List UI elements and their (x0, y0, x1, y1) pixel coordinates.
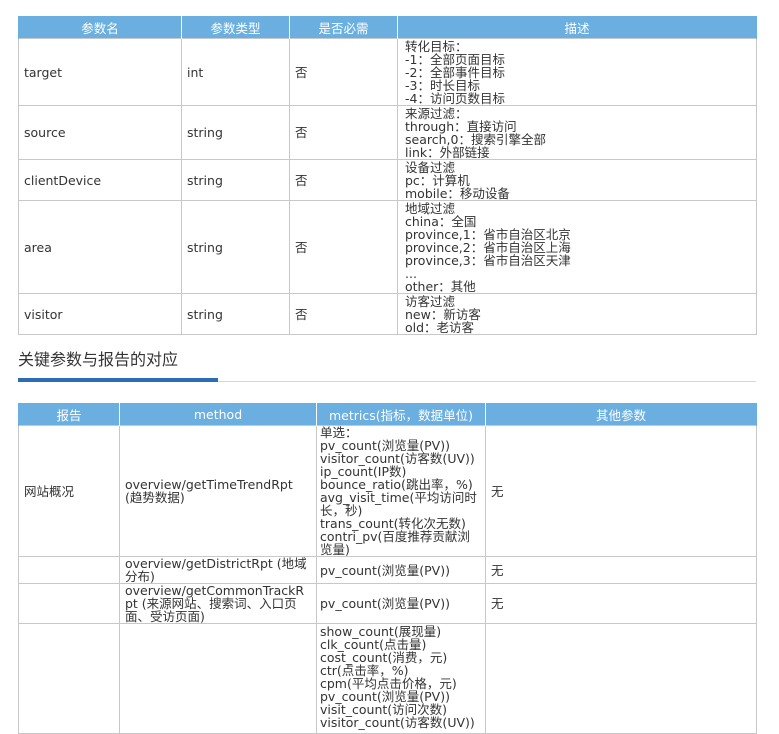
report-method: overview/getTimeTrendRpt (趋势数据) (119, 425, 317, 557)
report-metrics: pv_count(浏览量(PV)) (316, 556, 486, 584)
param-description: 地域过滤 china：全国 province,1：省市自治区北京 provinc… (397, 200, 757, 294)
param-type: int (181, 38, 290, 106)
section-accent-bar (18, 378, 218, 382)
report-metrics: 单选： pv_count(浏览量(PV)) visitor_count(访客数(… (316, 425, 486, 557)
desc-line: other：其他 (405, 279, 476, 294)
table-row: target int 否 转化目标： -1：全部页面目标 -2：全部事件目标 -… (18, 38, 757, 106)
report-method: overview/getDistrictRpt (地域分布) (119, 556, 317, 584)
table-row: clientDevice string 否 设备过滤 pc：计算机 mobile… (18, 159, 757, 201)
header-report: 报告 (18, 403, 120, 426)
metric-line: pv_count(浏览量(PV)) (320, 596, 450, 611)
table-row: overview/getCommonTrackRpt (来源网站、搜索词、入口页… (18, 583, 757, 624)
report-metrics: show_count(展现量) clk_count(点击量) cost_coun… (316, 623, 486, 734)
report-method: overview/getCommonTrackRpt (来源网站、搜索词、入口页… (119, 583, 317, 624)
header-description: 描述 (397, 16, 757, 39)
param-type: string (181, 159, 290, 201)
param-required: 否 (289, 200, 398, 294)
desc-line: mobile：移动设备 (405, 186, 510, 201)
report-name (18, 583, 120, 624)
params-header-row: 参数名 参数类型 是否必需 描述 (18, 16, 757, 39)
param-description: 设备过滤 pc：计算机 mobile：移动设备 (397, 159, 757, 201)
param-type: string (181, 105, 290, 160)
table-row: overview/getDistrictRpt (地域分布) pv_count(… (18, 556, 757, 584)
param-name: target (18, 38, 182, 106)
report-name (18, 556, 120, 584)
param-type: string (181, 293, 290, 335)
report-other-params: 无 (485, 583, 757, 624)
param-type: string (181, 200, 290, 294)
section-title: 关键参数与报告的对应 (18, 350, 179, 369)
header-metrics: metrics(指标，数据单位) (316, 403, 486, 426)
param-description: 来源过滤： through：直接访问 search,0：搜索引擎全部 link：… (397, 105, 757, 160)
report-mapping-table: 报告 method metrics(指标，数据单位) 其他参数 网站概况 ove… (18, 403, 757, 734)
report-other-params: 无 (485, 556, 757, 584)
report-name: 网站概况 (18, 425, 120, 557)
metric-line: avg_visit_time(平均访问时长，秒) (320, 490, 477, 518)
metric-line: pv_count(浏览量(PV)) (320, 562, 450, 578)
desc-line: -4：访问页数目标 (405, 91, 505, 106)
report-metrics: pv_count(浏览量(PV)) (316, 583, 486, 624)
param-required: 否 (289, 159, 398, 201)
param-required: 否 (289, 38, 398, 106)
desc-line: old：老访客 (405, 320, 475, 335)
section-header: 关键参数与报告的对应 (18, 350, 756, 382)
header-other-params: 其他参数 (485, 403, 757, 426)
param-required: 否 (289, 293, 398, 335)
header-method: method (119, 403, 317, 426)
params-table: 参数名 参数类型 是否必需 描述 target int 否 转化目标： -1：全… (18, 16, 757, 335)
desc-line: province,3：省市自治区天津 (405, 253, 571, 268)
table-row: visitor string 否 访客过滤 new：新访客 old：老访客 (18, 293, 757, 335)
report-other-params (485, 623, 757, 734)
metric-line: visitor_count(访客数(UV)) (320, 715, 475, 730)
table-row: area string 否 地域过滤 china：全国 province,1：省… (18, 200, 757, 294)
param-name: area (18, 200, 182, 294)
header-param-type: 参数类型 (181, 16, 290, 39)
table-row: show_count(展现量) clk_count(点击量) cost_coun… (18, 623, 757, 734)
report-name (18, 623, 120, 734)
report-header-row: 报告 method metrics(指标，数据单位) 其他参数 (18, 403, 757, 426)
table-row: source string 否 来源过滤： through：直接访问 searc… (18, 105, 757, 160)
metric-line: contri_pv(百度推荐贡献浏览量) (320, 529, 470, 557)
param-required: 否 (289, 105, 398, 160)
header-param-name: 参数名 (18, 16, 182, 39)
param-description: 转化目标： -1：全部页面目标 -2：全部事件目标 -3：时长目标 -4：访问页… (397, 38, 757, 106)
table-row: 网站概况 overview/getTimeTrendRpt (趋势数据) 单选：… (18, 425, 757, 557)
param-name: clientDevice (18, 159, 182, 201)
desc-line: link：外部链接 (405, 145, 490, 160)
param-name: visitor (18, 293, 182, 335)
header-required: 是否必需 (289, 16, 398, 39)
param-description: 访客过滤 new：新访客 old：老访客 (397, 293, 757, 335)
param-name: source (18, 105, 182, 160)
report-method (119, 623, 317, 734)
report-other-params: 无 (485, 425, 757, 557)
